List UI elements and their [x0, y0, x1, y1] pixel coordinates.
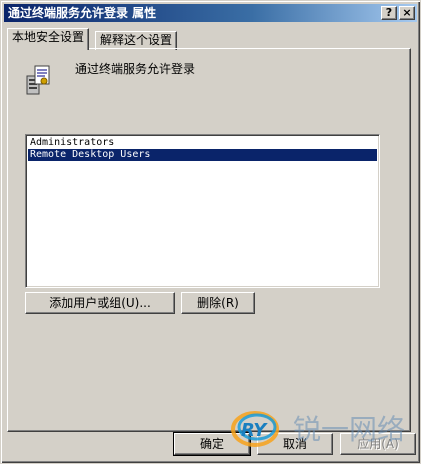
help-icon: ?	[385, 6, 393, 19]
add-user-or-group-button[interactable]: 添加用户或组(U)...	[25, 292, 175, 314]
policy-server-icon	[26, 65, 50, 95]
user-group-list[interactable]: Administrators Remote Desktop Users	[25, 134, 380, 288]
list-item-administrators[interactable]: Administrators	[28, 137, 377, 149]
list-item-remote-desktop-users[interactable]: Remote Desktop Users	[28, 149, 377, 161]
properties-dialog: 通过终端服务允许登录 属性 ? × 本地安全设置 解释这个设置 通过终端服务允许…	[0, 0, 421, 464]
ok-button[interactable]: 确定	[173, 432, 251, 456]
close-button[interactable]: ×	[399, 6, 415, 20]
title-bar[interactable]: 通过终端服务允许登录 属性 ? ×	[4, 4, 417, 22]
cancel-button[interactable]: 取消	[257, 433, 333, 455]
policy-name: 通过终端服务允许登录	[75, 62, 196, 76]
tab-local-security-setting[interactable]: 本地安全设置	[7, 28, 90, 50]
help-button[interactable]: ?	[381, 6, 397, 20]
apply-button[interactable]: 应用(A)	[340, 433, 416, 455]
window-title: 通过终端服务允许登录 属性	[8, 6, 157, 20]
close-icon: ×	[402, 6, 412, 19]
remove-button[interactable]: 删除(R)	[181, 292, 255, 314]
